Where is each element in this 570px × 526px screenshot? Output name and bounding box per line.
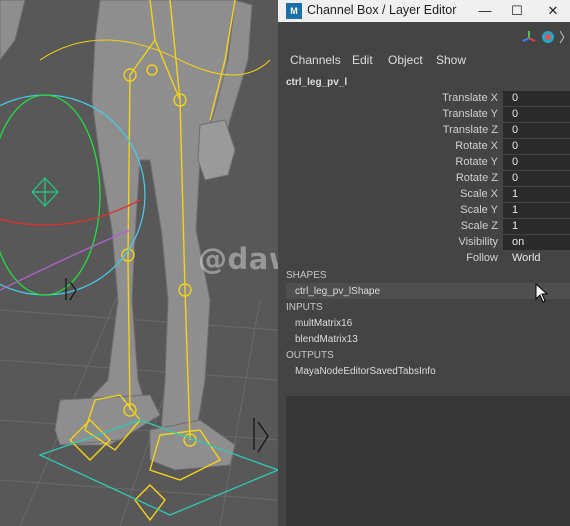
minimize-button[interactable]: —: [468, 0, 502, 22]
mouse-cursor-icon: [535, 283, 549, 303]
attr-row-scale-x[interactable]: Scale X 1: [278, 187, 570, 203]
attr-row-rotate-y[interactable]: Rotate Y 0: [278, 155, 570, 171]
attr-row-visibility[interactable]: Visibility on: [278, 235, 570, 251]
attr-label: Scale X: [460, 188, 498, 200]
output-item[interactable]: MayaNodeEditorSavedTabsInfo: [295, 366, 436, 377]
menu-edit[interactable]: Edit: [352, 53, 373, 67]
attr-label: Rotate X: [455, 140, 498, 152]
attr-value[interactable]: 0: [503, 171, 570, 186]
attr-row-rotate-x[interactable]: Rotate X 0: [278, 139, 570, 155]
maximize-button[interactable]: ☐: [500, 0, 534, 22]
manipulator-icon[interactable]: [522, 30, 536, 44]
section-header-outputs: OUTPUTS: [286, 350, 334, 361]
attr-row-follow[interactable]: Follow World: [278, 251, 570, 267]
attr-value[interactable]: 0: [503, 91, 570, 106]
attr-row-translate-x[interactable]: Translate X 0: [278, 91, 570, 107]
watermark: @dawn_arc: [198, 242, 278, 276]
attr-label: Follow: [466, 252, 498, 264]
pole-vector-locator: [31, 177, 59, 207]
attr-row-translate-y[interactable]: Translate Y 0: [278, 107, 570, 123]
menu-channels[interactable]: Channels: [290, 53, 341, 67]
attr-label: Translate Y: [442, 108, 498, 120]
input-item[interactable]: blendMatrix13: [295, 334, 358, 345]
attr-value[interactable]: 0: [503, 139, 570, 154]
section-header-inputs: INPUTS: [286, 302, 323, 313]
attr-value[interactable]: World: [503, 251, 570, 266]
attr-value[interactable]: 1: [503, 219, 570, 234]
attr-label: Scale Y: [460, 204, 498, 216]
layer-editor-area[interactable]: [286, 396, 570, 526]
channel-box-icon-bar: 〉: [278, 22, 570, 48]
maya-app-icon: M: [286, 3, 302, 19]
attr-value[interactable]: 0: [503, 123, 570, 138]
attr-label: Translate X: [442, 92, 498, 104]
close-button[interactable]: ✕: [536, 0, 570, 22]
attr-label: Visibility: [458, 236, 498, 248]
node-name[interactable]: ctrl_leg_pv_l: [286, 77, 347, 88]
menu-show[interactable]: Show: [436, 53, 466, 67]
attr-label: Scale Z: [460, 220, 498, 232]
window-title: Channel Box / Layer Editor: [307, 3, 457, 17]
attr-value[interactable]: 1: [503, 187, 570, 202]
panel-toggle-icon[interactable]: 〉: [559, 27, 570, 46]
section-header-shapes: SHAPES: [286, 270, 327, 281]
attr-row-rotate-z[interactable]: Rotate Z 0: [278, 171, 570, 187]
attr-value[interactable]: 0: [503, 155, 570, 170]
menu-object[interactable]: Object: [388, 53, 423, 67]
attr-value[interactable]: 0: [503, 107, 570, 122]
3d-viewport[interactable]: @dawn_arc: [0, 0, 278, 526]
attr-row-scale-z[interactable]: Scale Z 1: [278, 219, 570, 235]
channel-box-window: M Channel Box / Layer Editor — ☐ ✕ 〉 Cha…: [278, 0, 570, 526]
input-item[interactable]: multMatrix16: [295, 318, 352, 329]
title-bar[interactable]: M Channel Box / Layer Editor — ☐ ✕: [278, 0, 570, 22]
attr-label: Rotate Z: [455, 172, 498, 184]
attr-row-translate-z[interactable]: Translate Z 0: [278, 123, 570, 139]
attr-value[interactable]: on: [503, 235, 570, 250]
menu-bar: Channels Edit Object Show: [278, 48, 570, 72]
attr-label: Rotate Y: [455, 156, 498, 168]
attr-row-scale-y[interactable]: Scale Y 1: [278, 203, 570, 219]
shape-item[interactable]: ctrl_leg_pv_lShape: [295, 286, 380, 297]
attr-value[interactable]: 1: [503, 203, 570, 218]
channel-list: ctrl_leg_pv_l Translate X0 Translate Y0 …: [278, 72, 570, 396]
speed-dial-icon[interactable]: [541, 30, 555, 44]
attr-label: Translate Z: [442, 124, 498, 136]
